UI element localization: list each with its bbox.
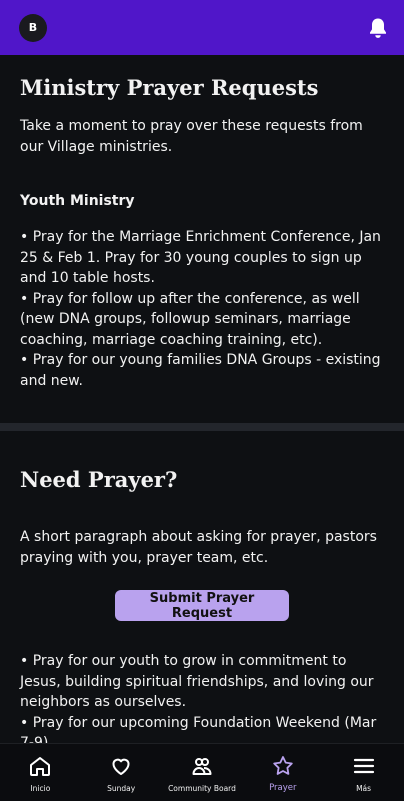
section-intro: A short paragraph about asking for praye… [20,529,377,566]
list-item: • Pray for the Marriage Enrichment Confe… [20,229,381,286]
community-icon [192,758,212,775]
section-title: Ministry Prayer Requests [20,75,319,100]
tab-community-board[interactable]: Community Board [162,744,242,793]
tab-mas[interactable]: Más [324,744,404,793]
need-prayer-bullet-list: • Pray for our youth to grow in commitme… [20,651,384,743]
section-intro: Take a moment to pray over these request… [20,118,363,155]
tab-label: Prayer [269,783,297,793]
tab-label: Community Board [168,784,236,793]
top-app-bar: B [0,0,404,55]
tab-label: Sunday [107,784,136,793]
youth-ministry-heading: Youth Ministry [20,193,135,209]
section-title: Need Prayer? [20,467,178,492]
list-item: • Pray for our young families DNA Groups… [20,352,381,389]
list-item: • Pray for our youth to grow in commitme… [20,653,374,710]
bell-icon[interactable] [368,17,388,39]
list-item: • Pray for follow up after the conferenc… [20,290,360,348]
ministry-prayer-section: Ministry Prayer Requests Take a moment t… [0,55,404,391]
tab-label: Más [356,784,372,793]
tab-prayer[interactable]: Prayer [243,744,323,793]
list-item: • Pray for our upcoming Foundation Weeke… [20,714,377,744]
ministry-bullet-list: • Pray for the Marriage Enrichment Confe… [20,227,384,391]
bottom-tab-bar: Inicio Sunday Community Board Prayer Más [0,743,404,801]
need-prayer-section: Need Prayer? A short paragraph about ask… [0,431,404,743]
home-icon [30,757,51,776]
avatar[interactable]: B [19,13,47,42]
star-icon [273,756,293,775]
section-divider [0,423,404,431]
tab-label: Inicio [30,784,51,793]
main-content[interactable]: Ministry Prayer Requests Take a moment t… [0,55,404,743]
heart-icon [112,758,130,775]
submit-prayer-request-button[interactable]: Submit Prayer Request [115,590,289,621]
tab-sunday[interactable]: Sunday [81,744,161,793]
tab-inicio[interactable]: Inicio [0,744,80,793]
menu-icon [353,758,374,774]
